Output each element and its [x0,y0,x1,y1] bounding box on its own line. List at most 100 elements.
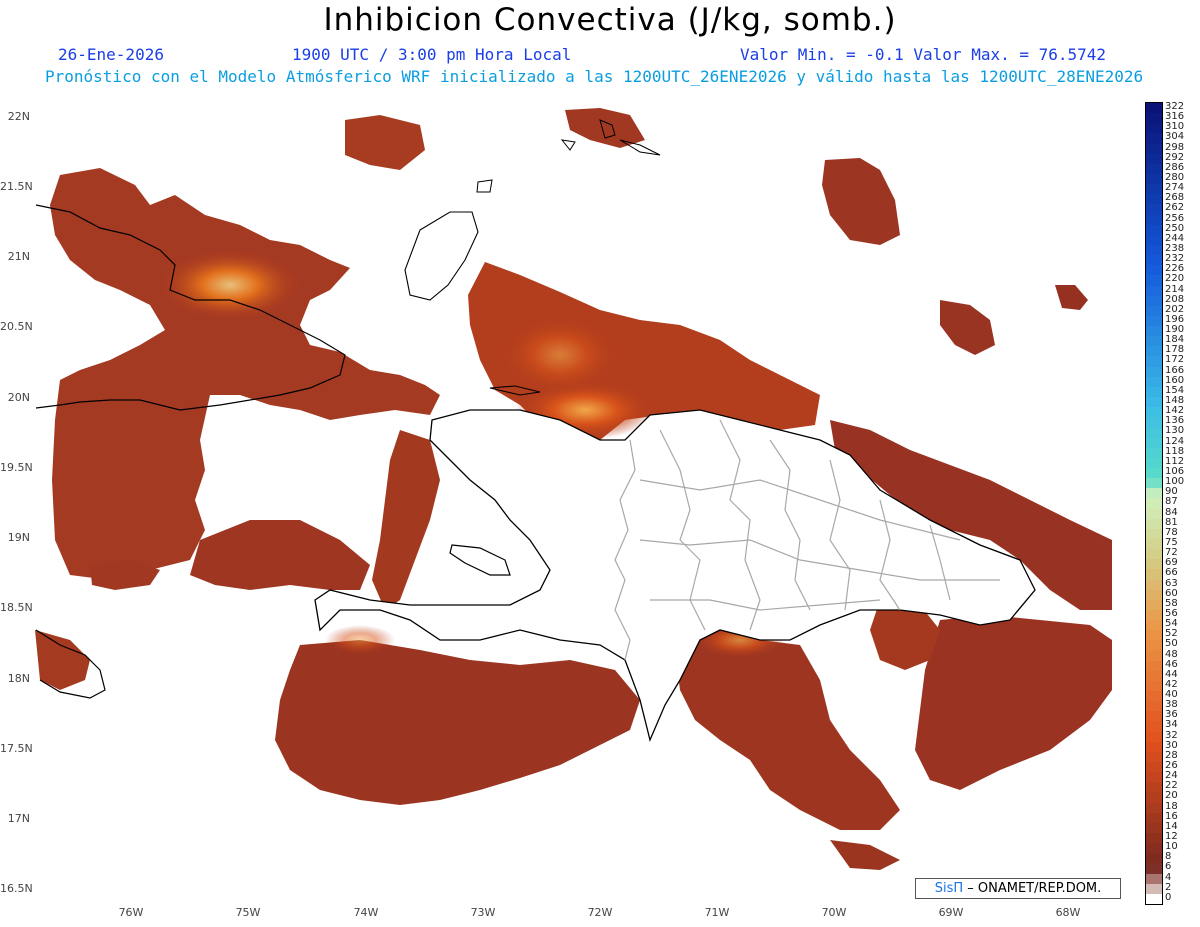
lat-label: 20N [7,391,30,404]
colorbar-segment [1146,731,1162,743]
colorbar-segment [1146,407,1162,418]
colorbar-segment [1146,660,1162,672]
lat-label: 17N [7,812,30,825]
colorbar-segment [1146,153,1162,165]
colorbar-label: 87 [1165,496,1178,508]
colorbar-segment [1146,549,1162,560]
colorbar-segment [1146,721,1162,733]
colorbar-label: 214 [1165,283,1185,295]
lat-label: 19N [7,531,30,544]
colorbar-label: 220 [1165,273,1185,285]
colorbar-segment [1146,234,1162,246]
colorbar-segment [1146,113,1162,124]
colorbar-segment [1146,670,1162,682]
colorbar-segment [1146,366,1162,378]
colorbar-segment [1146,589,1162,601]
colorbar-segment [1146,376,1162,388]
colorbar-segment [1146,802,1162,814]
colorbar-segment [1146,255,1162,266]
colorbar-segment [1146,265,1162,276]
colorbar-label: 50 [1165,638,1178,650]
cin-hotspot-cuba [160,250,300,320]
cin-map [35,99,1141,891]
lat-label: 17.5N [0,742,33,755]
colorbar-segment [1146,214,1162,226]
lon-label: 73W [470,906,496,919]
lon-label: 74W [353,906,379,919]
cin-hotspot-haiti-south [325,625,395,655]
colorbar-segment [1146,336,1162,347]
colorbar-segment [1146,528,1162,540]
colorbar-segment [1146,508,1162,520]
colorbar-segment [1146,792,1162,804]
colorbar-segment [1146,498,1162,510]
colorbar-segment [1146,650,1162,662]
colorbar-segment [1146,173,1162,185]
lat-label: 21.5N [0,180,33,193]
colorbar [1145,102,1163,905]
colorbar-segment [1146,559,1162,570]
lat-label: 16.5N [0,882,33,895]
colorbar-label: 6 [1165,861,1172,873]
colorbar-segment [1146,751,1162,763]
colorbar-segment [1146,853,1162,864]
colorbar-segment [1146,163,1162,175]
colorbar-segment [1146,822,1162,834]
colorbar-segment [1146,640,1162,651]
credit-box: SisΠ – ONAMET/REP.DOM. [915,878,1121,899]
colorbar-label: 20 [1165,790,1178,802]
colorbar-segment [1146,346,1162,357]
colorbar-segment [1146,194,1162,205]
colorbar-segment [1146,295,1162,307]
colorbar-segment [1146,326,1162,337]
lat-label: 18.5N [0,601,33,614]
colorbar-segment [1146,133,1162,145]
colorbar-segment [1146,812,1162,824]
colorbar-segment [1146,315,1162,327]
lat-label: 21N [7,250,30,263]
colorbar-segment [1146,843,1162,854]
colorbar-label: 262 [1165,202,1185,214]
colorbar-segment [1146,468,1162,479]
colorbar-segment [1146,488,1162,499]
colorbar-label: 304 [1165,131,1185,143]
colorbar-segment [1146,772,1162,783]
colorbar-segment [1146,143,1162,155]
colorbar-segment [1146,356,1162,368]
colorbar-segment [1146,620,1162,631]
colorbar-segment [1146,518,1162,530]
colorbar-segment [1146,883,1162,895]
colorbar-segment [1146,427,1162,439]
colorbar-segment [1146,457,1162,469]
colorbar-segment [1146,285,1162,297]
cin-hotspot-north-haiti-2 [500,315,620,395]
colorbar-segment [1146,478,1162,489]
colorbar-segment [1146,609,1162,621]
lon-label: 72W [587,906,613,919]
lat-label: 19.5N [0,461,33,474]
colorbar-label: 0 [1165,891,1172,903]
colorbar-segment [1146,569,1162,581]
colorbar-segment [1146,244,1162,256]
colorbar-segment [1146,397,1162,408]
lat-label: 18N [7,672,30,685]
colorbar-label: 172 [1165,354,1185,366]
colorbar-segment [1146,762,1162,773]
lat-label: 22N [7,110,30,123]
colorbar-segment [1146,103,1162,114]
colorbar-label: 66 [1165,567,1178,579]
lon-label: 69W [938,906,964,919]
colorbar-segment [1146,873,1162,885]
colorbar-segment [1146,863,1162,875]
colorbar-label: 34 [1165,719,1178,731]
colorbar-segment [1146,599,1162,611]
lon-label: 75W [235,906,261,919]
colorbar-segment [1146,417,1162,428]
lon-label: 70W [821,906,847,919]
lon-label: 68W [1055,906,1081,919]
colorbar-segment [1146,386,1162,398]
colorbar-segment [1146,579,1162,591]
colorbar-segment [1146,741,1162,753]
colorbar-segment [1146,701,1162,712]
colorbar-segment [1146,275,1162,286]
